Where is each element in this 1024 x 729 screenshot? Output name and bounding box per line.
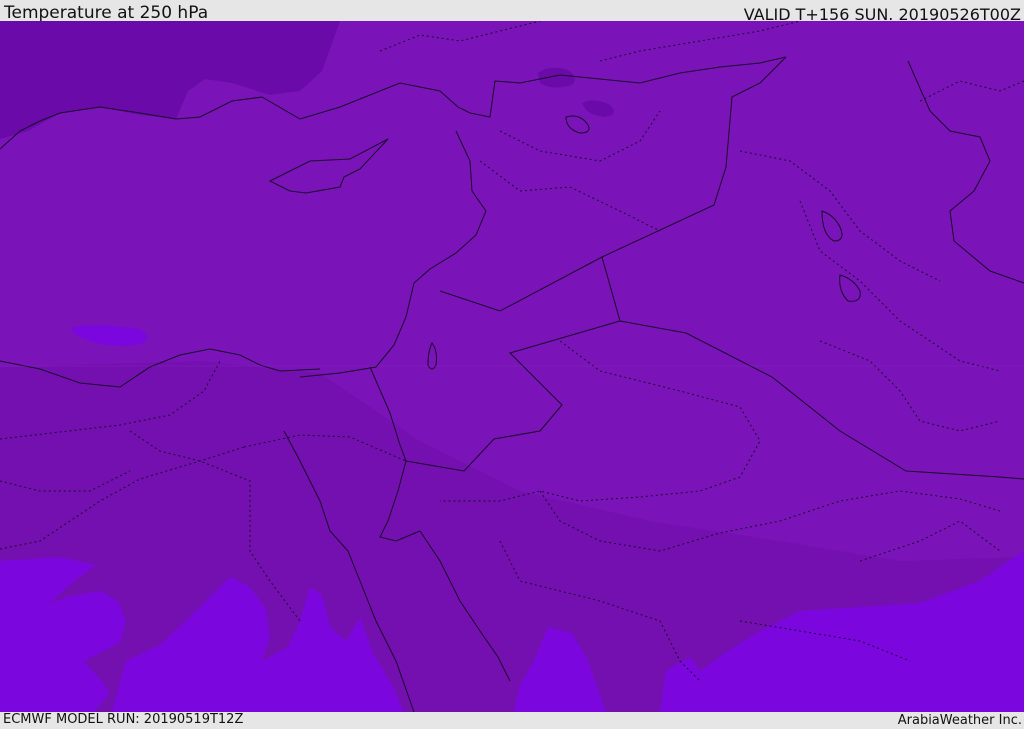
map-canvas (0, 21, 1024, 712)
map-footer: ECMWF MODEL RUN: 20190519T12Z ArabiaWeat… (0, 712, 1024, 729)
credit-label: ArabiaWeather Inc. (897, 713, 1022, 728)
model-run-label: ECMWF MODEL RUN: 20190519T12Z (3, 712, 244, 727)
temperature-map[interactable] (0, 21, 1024, 712)
weather-map-frame: Temperature at 250 hPa VALID T+156 SUN. … (0, 0, 1024, 729)
map-title: Temperature at 250 hPa (4, 3, 209, 23)
map-header: Temperature at 250 hPa VALID T+156 SUN. … (0, 0, 1024, 24)
